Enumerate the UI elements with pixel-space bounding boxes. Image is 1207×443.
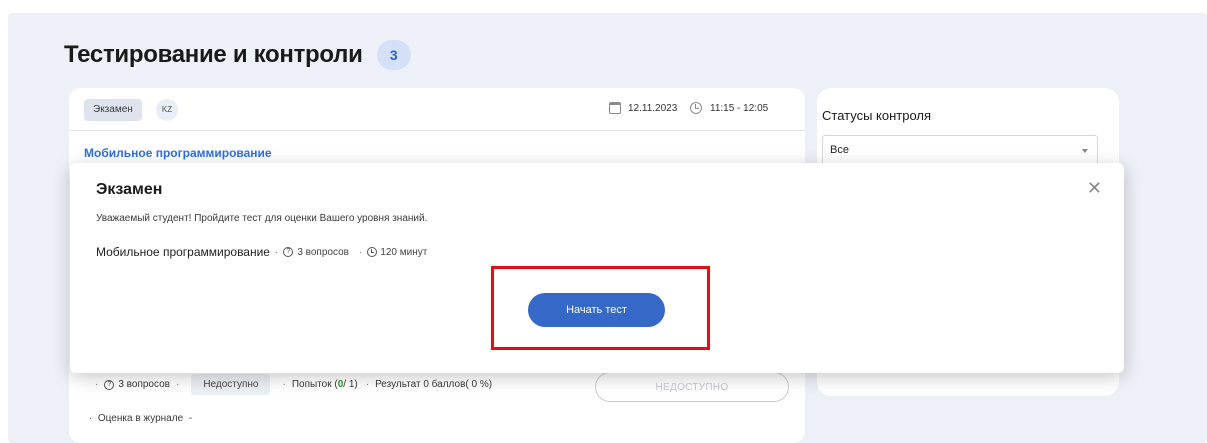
close-icon[interactable]: ✕ <box>1087 179 1102 197</box>
journal-label: Оценка в журнале <box>97 413 184 424</box>
language-chip: KZ <box>156 99 178 121</box>
result-text: Результат 0 баллов( 0 %) <box>375 379 493 390</box>
unavailable-button: НЕДОСТУПНО <box>595 372 789 402</box>
journal-value: - <box>188 413 193 424</box>
exam-card-header: Экзамен KZ 12.11.2023 11:15 - 12:05 <box>69 88 805 131</box>
calendar-icon <box>609 102 621 114</box>
modal-title: Экзамен <box>96 181 163 198</box>
questions-count: 3 вопросов <box>118 379 170 390</box>
attempts-total: / 1) <box>343 379 358 390</box>
page-title: Тестирование и контроли 3 <box>64 40 411 70</box>
question-icon: ? <box>283 247 294 257</box>
attempts-label: Попыток ( <box>291 379 338 390</box>
start-test-button[interactable]: Начать тест <box>528 293 665 327</box>
modal-duration: 120 минут <box>380 246 428 258</box>
page-title-text: Тестирование и контроли <box>64 41 363 68</box>
modal-description: Уважаемый студент! Пройдите тест для оце… <box>96 213 428 224</box>
count-badge: 3 <box>376 40 411 70</box>
modal-questions: 3 вопросов <box>297 246 349 258</box>
course-link[interactable]: Мобильное программирование <box>84 146 272 160</box>
exam-type-chip: Экзамен <box>84 99 142 121</box>
exam-meta-row: · ? 3 вопросов · Недоступно · Попыток (0… <box>89 374 492 395</box>
clock-icon <box>367 247 378 257</box>
exam-time-text: 11:15 - 12:05 <box>710 102 769 114</box>
modal-course-name: Мобильное программирование <box>96 245 270 259</box>
status-filter-select[interactable]: Все <box>822 135 1098 165</box>
chevron-down-icon <box>1082 149 1088 153</box>
clock-icon <box>690 102 702 114</box>
status-badge: Недоступно <box>191 374 271 395</box>
exam-time: 11:15 - 12:05 <box>690 102 768 114</box>
modal-exam-info: Мобильное программирование · ? 3 вопросо… <box>96 245 428 259</box>
control-status-title: Статусы контроля <box>822 108 932 123</box>
status-filter-value: Все <box>830 144 849 156</box>
question-icon: ? <box>104 379 115 390</box>
journal-grade-row: · Оценка в журнале - <box>89 413 193 424</box>
exam-date-text: 12.11.2023 <box>628 102 678 114</box>
exam-date: 12.11.2023 <box>609 102 677 114</box>
